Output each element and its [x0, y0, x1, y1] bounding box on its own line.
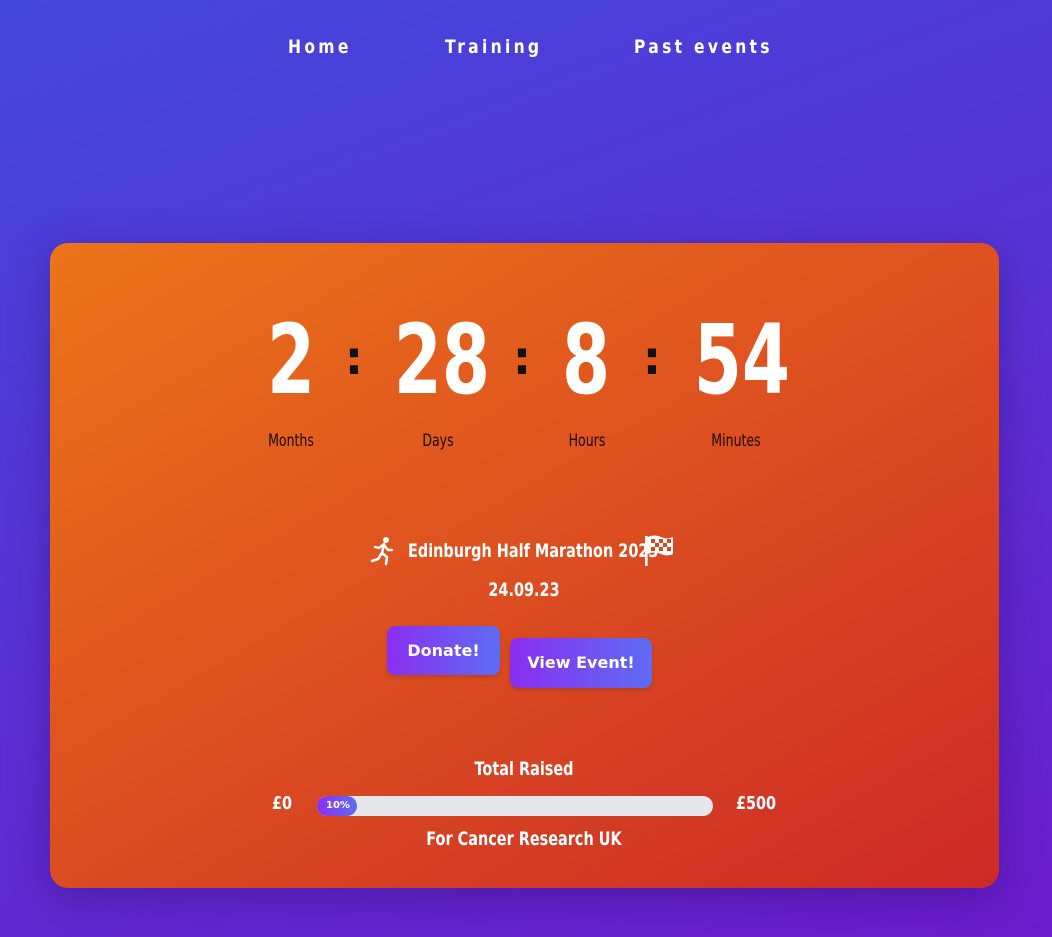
- countdown-minutes-label: Minutes: [711, 431, 761, 451]
- runner-icon: [370, 537, 394, 566]
- charity-name: For Cancer Research UK: [426, 828, 622, 850]
- donate-button[interactable]: Donate!: [387, 626, 500, 675]
- countdown-separator: :: [642, 331, 662, 385]
- countdown-separator: :: [512, 331, 532, 385]
- countdown-separator: :: [344, 331, 364, 385]
- nav-link-past-events[interactable]: Past events: [634, 36, 773, 58]
- view-event-button[interactable]: View Event!: [510, 638, 652, 688]
- event-title-row: Edinburgh Half Marathon 2023: [0, 534, 1052, 570]
- event-name: Edinburgh Half Marathon 2023: [408, 540, 659, 562]
- countdown-days-value: 28: [393, 304, 490, 416]
- countdown-minutes-value: 54: [693, 304, 790, 416]
- countdown-hours-value: 8: [561, 304, 611, 416]
- countdown-days-label: Days: [422, 431, 454, 451]
- countdown-months-value: 2: [266, 304, 316, 416]
- event-date: 24.09.23: [488, 579, 560, 601]
- countdown-months-label: Months: [268, 431, 314, 451]
- progress-max-amount: £500: [736, 793, 777, 814]
- fundraising-progress-bar: 10%: [317, 796, 713, 816]
- progress-min-amount: £0: [272, 793, 293, 814]
- checkered-flag-icon: [645, 535, 673, 566]
- countdown-hours-label: Hours: [568, 431, 606, 451]
- total-raised-title: Total Raised: [474, 758, 574, 780]
- progress-percent-label: 10%: [326, 800, 350, 811]
- nav-link-home[interactable]: Home: [288, 36, 352, 58]
- nav-link-training[interactable]: Training: [445, 36, 542, 58]
- main-nav: Home Training Past events: [0, 36, 1052, 66]
